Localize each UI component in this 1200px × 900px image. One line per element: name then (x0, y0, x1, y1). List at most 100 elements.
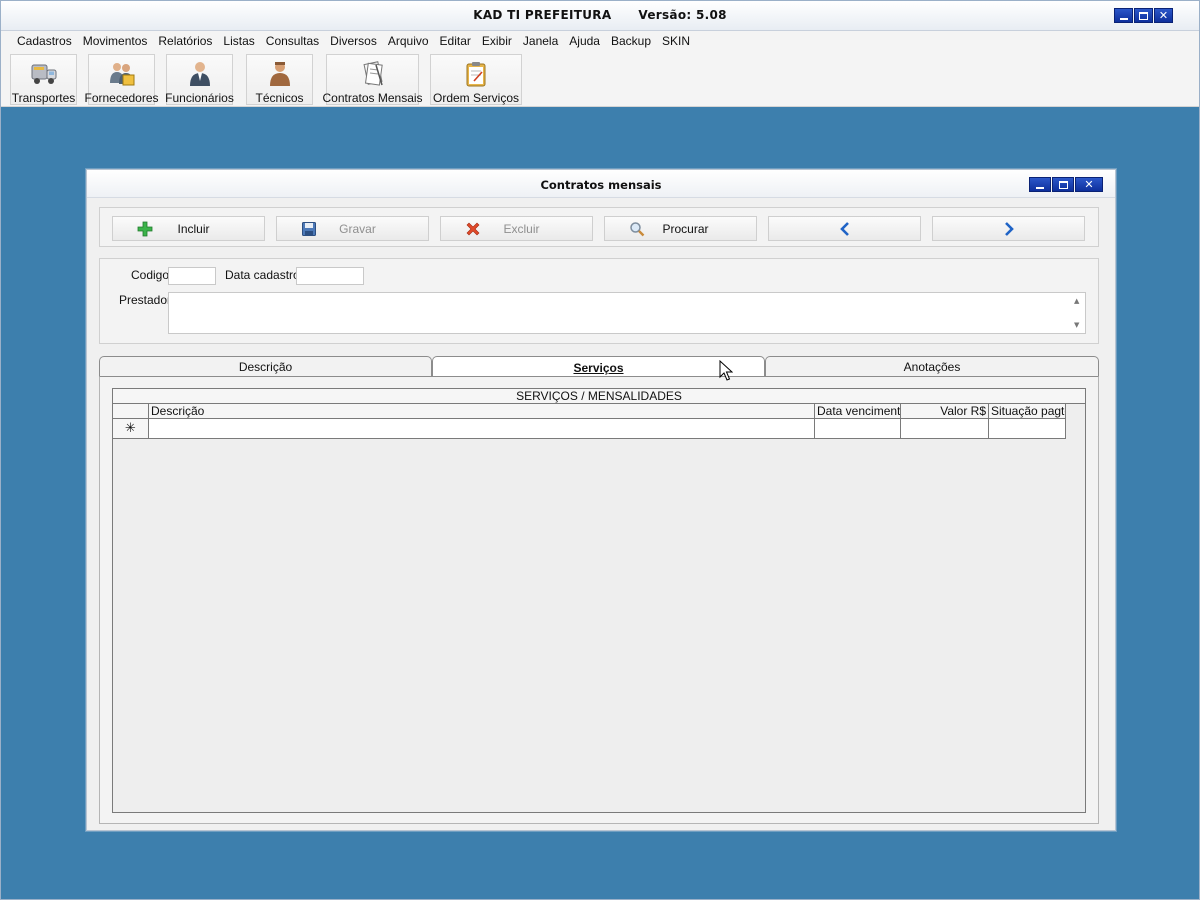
app-version: Versão: 5.08 (638, 8, 727, 22)
tab-servicos-label: Serviços (573, 360, 624, 375)
employee-icon (185, 59, 215, 89)
codigo-input[interactable] (168, 267, 216, 285)
maximize-icon (1058, 180, 1068, 189)
transportes-label: Transportes (11, 91, 76, 105)
prestador-textarea[interactable]: ▲ ▼ (168, 292, 1086, 334)
scroll-up-icon[interactable]: ▲ (1074, 297, 1079, 305)
funcionarios-button[interactable]: Funcionários (165, 54, 234, 105)
main-toolbar: Transportes Fornecedores Funcionários Té… (1, 51, 1199, 107)
new-row-valor-cell[interactable] (901, 419, 989, 439)
contract-icon (358, 59, 388, 89)
previous-record-button[interactable] (768, 216, 921, 241)
delete-x-icon (466, 222, 480, 236)
procurar-label: Procurar (662, 221, 709, 236)
menu-diversos[interactable]: Diversos (324, 34, 382, 48)
technician-icon (265, 59, 295, 89)
column-header-descricao[interactable]: Descrição (149, 404, 815, 419)
menu-movimentos[interactable]: Movimentos (77, 34, 153, 48)
suppliers-icon (107, 59, 137, 89)
ordem-servicos-button[interactable]: Ordem Serviços (430, 54, 522, 105)
incluir-button[interactable]: Incluir (112, 216, 265, 241)
close-icon: ✕ (1084, 178, 1094, 191)
grid-row-header-corner (113, 404, 149, 419)
column-header-valor[interactable]: Valor R$ (901, 404, 989, 419)
minimize-button[interactable] (1114, 8, 1133, 23)
funcionarios-label: Funcionários (165, 91, 234, 105)
next-record-button[interactable] (932, 216, 1085, 241)
chevron-right-icon (1004, 221, 1014, 236)
data-cadastro-input[interactable] (296, 267, 364, 285)
app-name: KAD TI PREFEITURA (473, 8, 612, 22)
maximize-button[interactable] (1134, 8, 1153, 23)
contratos-window-title: Contratos mensais (540, 178, 662, 192)
contract-form: Codigo Data cadastro Prestador ▲ ▼ (99, 258, 1099, 344)
tecnicos-label: Técnicos (255, 91, 304, 105)
new-row-descricao-cell[interactable] (149, 419, 815, 439)
new-row-situacao-cell[interactable] (989, 419, 1066, 439)
fornecedores-button[interactable]: Fornecedores (84, 54, 159, 105)
menu-ajuda[interactable]: Ajuda (563, 34, 605, 48)
menu-relatorios[interactable]: Relatórios (152, 34, 217, 48)
clipboard-icon (461, 59, 491, 89)
procurar-button[interactable]: Procurar (604, 216, 757, 241)
menu-editar[interactable]: Editar (434, 34, 476, 48)
close-icon: ✕ (1158, 9, 1169, 22)
app-title: KAD TI PREFEITURA Versão: 5.08 (1, 8, 1199, 22)
prestador-scrollbar[interactable]: ▲ ▼ (1071, 293, 1085, 333)
menu-listas[interactable]: Listas (217, 34, 259, 48)
menu-exibir[interactable]: Exibir (476, 34, 517, 48)
save-icon (302, 222, 316, 236)
scroll-down-icon[interactable]: ▼ (1074, 321, 1079, 329)
menu-consultas[interactable]: Consultas (260, 34, 324, 48)
menu-backup[interactable]: Backup (605, 34, 656, 48)
main-window: KAD TI PREFEITURA Versão: 5.08 ✕ Cadastr… (0, 0, 1200, 900)
excluir-label: Excluir (503, 221, 540, 236)
contratos-window: Contratos mensais ✕ Incluir Gravar Exclu… (86, 169, 1116, 831)
tab-descricao[interactable]: Descrição (99, 356, 432, 377)
chevron-left-icon (839, 221, 849, 236)
grid-caption: SERVIÇOS / MENSALIDADES (113, 389, 1085, 404)
gravar-button[interactable]: Gravar (276, 216, 429, 241)
mouse-cursor-icon (719, 360, 733, 381)
truck-icon (29, 59, 59, 89)
tab-servicos[interactable]: Serviços (432, 356, 765, 378)
column-header-situacao[interactable]: Situação pagto (989, 404, 1066, 419)
maximize-icon (1139, 11, 1148, 20)
child-minimize-button[interactable] (1029, 177, 1051, 192)
contratos-window-titlebar: Contratos mensais ✕ (87, 170, 1115, 198)
new-row-indicator[interactable]: ✳ (113, 419, 149, 439)
child-close-button[interactable]: ✕ (1075, 177, 1103, 192)
menu-skin[interactable]: SKIN (656, 34, 695, 48)
contratos-mensais-label: Contratos Mensais (322, 91, 423, 105)
contratos-mensais-button[interactable]: Contratos Mensais (322, 54, 423, 105)
menu-bar: Cadastros Movimentos Relatórios Listas C… (1, 31, 1199, 51)
menu-cadastros[interactable]: Cadastros (11, 34, 77, 48)
fornecedores-label: Fornecedores (84, 91, 159, 105)
new-row-data-vencimento-cell[interactable] (815, 419, 901, 439)
ordem-servicos-label: Ordem Serviços (432, 91, 520, 105)
data-cadastro-label: Data cadastro (225, 268, 300, 282)
servicos-grid[interactable]: SERVIÇOS / MENSALIDADES Descrição Data v… (112, 388, 1086, 813)
search-icon (630, 222, 645, 237)
servicos-tab-panel: SERVIÇOS / MENSALIDADES Descrição Data v… (99, 376, 1099, 824)
transportes-button[interactable]: Transportes (10, 54, 77, 105)
menu-arquivo[interactable]: Arquivo (382, 34, 434, 48)
excluir-button[interactable]: Excluir (440, 216, 593, 241)
tab-anotacoes-label: Anotações (903, 360, 961, 374)
menu-janela[interactable]: Janela (517, 34, 563, 48)
gravar-label: Gravar (339, 221, 376, 236)
action-bar: Incluir Gravar Excluir Procurar (99, 207, 1099, 247)
window-controls: ✕ (1114, 8, 1173, 23)
incluir-label: Incluir (177, 221, 210, 236)
tab-anotacoes[interactable]: Anotações (765, 356, 1099, 377)
prestador-label: Prestador (119, 293, 172, 307)
tab-descricao-label: Descrição (238, 360, 293, 374)
codigo-label: Codigo (131, 268, 170, 282)
title-bar: KAD TI PREFEITURA Versão: 5.08 ✕ (1, 1, 1199, 31)
close-button[interactable]: ✕ (1154, 8, 1173, 23)
tecnicos-button[interactable]: Técnicos (246, 54, 313, 105)
column-header-data-vencimento[interactable]: Data vencimento (815, 404, 901, 419)
minimize-icon (1119, 17, 1128, 20)
child-maximize-button[interactable] (1052, 177, 1074, 192)
plus-icon (137, 221, 153, 237)
